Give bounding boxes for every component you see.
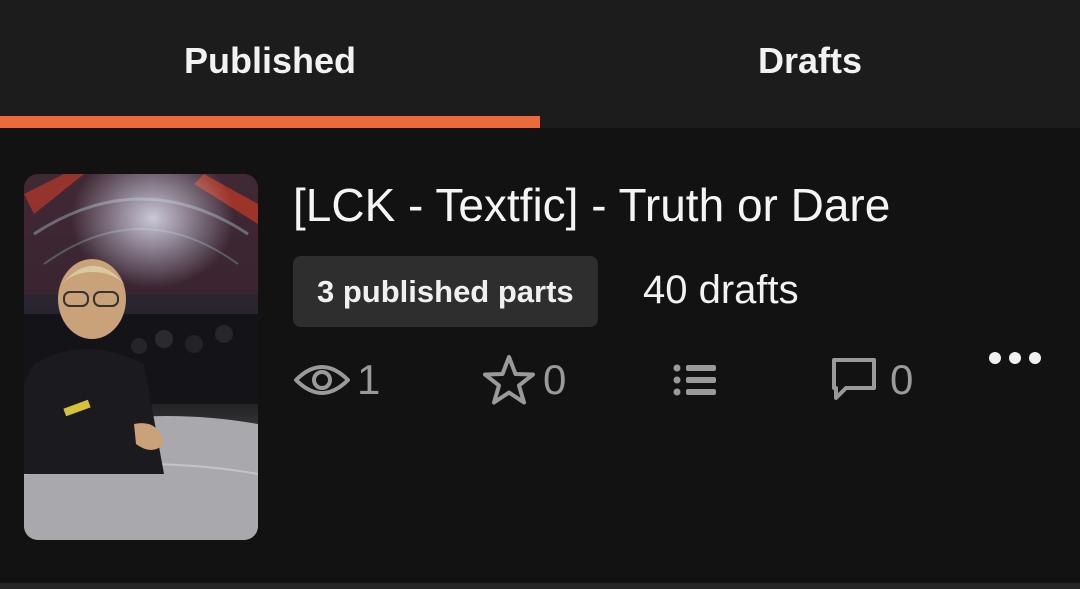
story-card[interactable]: [LCK - Textfic] - Truth or Dare 3 publis… (0, 128, 1080, 583)
drafts-count: 40 drafts (643, 268, 799, 312)
story-cover-image[interactable] (24, 174, 258, 540)
views-stat: 1 (293, 350, 380, 410)
published-parts-label: 3 published parts (317, 273, 574, 309)
views-count: 1 (357, 356, 381, 403)
more-options-button[interactable] (980, 336, 1050, 380)
parts-list-stat[interactable] (672, 350, 718, 410)
active-tab-indicator (0, 116, 540, 128)
star-icon (483, 355, 535, 405)
tab-published-label: Published (183, 40, 357, 81)
card-divider (0, 583, 1080, 589)
tab-drafts[interactable]: Drafts (540, 0, 1080, 128)
eye-icon (294, 365, 350, 395)
tab-bar: Published Drafts (0, 0, 1080, 128)
votes-stat: 0 (481, 350, 566, 410)
comments-stat: 0 (830, 350, 913, 410)
comment-icon (832, 358, 876, 400)
tab-published[interactable]: Published (0, 0, 540, 128)
votes-count: 0 (543, 356, 567, 403)
published-parts-badge: 3 published parts (293, 256, 598, 327)
more-icon (989, 352, 1041, 364)
story-title[interactable]: [LCK - Textfic] - Truth or Dare (293, 178, 890, 232)
tab-drafts-label: Drafts (757, 40, 863, 81)
list-icon (673, 364, 716, 396)
comments-count: 0 (890, 356, 914, 403)
